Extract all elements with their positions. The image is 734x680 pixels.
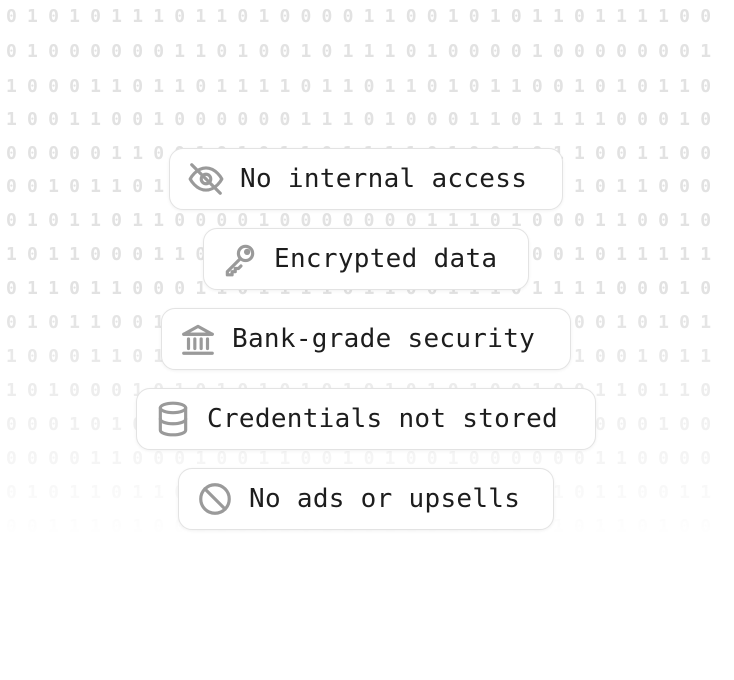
database-icon	[153, 399, 193, 439]
binary-row: 1001100100000011101000110111100010	[6, 109, 722, 130]
badge-label: No internal access	[240, 164, 528, 194]
badge-label: No ads or upsells	[249, 484, 521, 514]
ban-icon	[195, 479, 235, 519]
badge-label: Encrypted data	[274, 244, 498, 274]
badge-no-internal-access: No internal access	[169, 148, 563, 210]
binary-row: 0101011101101000011001010110111100	[6, 6, 722, 27]
binary-row: 0000110001001100101001000000110000	[6, 448, 722, 469]
badge-encrypted-data: Encrypted data	[203, 228, 529, 290]
key-icon	[220, 239, 260, 279]
binary-row: 1000110110111101101101011001010110	[6, 76, 722, 97]
badge-bank-grade-security: Bank-grade security	[161, 308, 571, 370]
badge-no-ads-or-upsells: No ads or upsells	[178, 468, 554, 530]
eye-off-icon	[186, 159, 226, 199]
badge-label: Bank-grade security	[232, 324, 536, 354]
badge-label: Credentials not stored	[207, 404, 558, 434]
binary-row: 0100000011010010111010000100000001	[6, 41, 722, 62]
bank-icon	[178, 319, 218, 359]
badge-credentials-not-stored: Credentials not stored	[136, 388, 596, 450]
